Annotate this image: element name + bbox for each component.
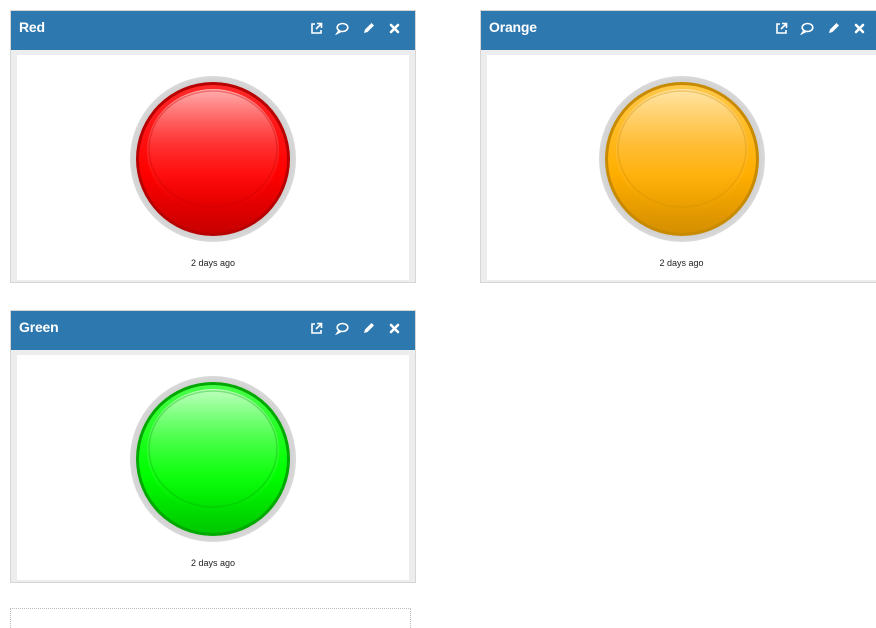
widget-title: Green xyxy=(19,319,59,335)
status-light-orange xyxy=(598,76,765,242)
widget-title: Orange xyxy=(489,19,537,35)
comment-icon[interactable] xyxy=(800,21,814,35)
widget-header: Orange xyxy=(481,11,876,50)
pencil-icon[interactable] xyxy=(361,21,375,35)
status-light-green xyxy=(130,376,296,542)
comment-icon[interactable] xyxy=(335,21,349,35)
external-link-icon[interactable] xyxy=(774,21,788,35)
widget-toolbar xyxy=(309,320,401,336)
widget-orange: Orange 2 days ago xyxy=(480,10,876,283)
widget-body: 2 days ago xyxy=(17,55,409,280)
widget-header: Red xyxy=(11,11,415,50)
widget-toolbar xyxy=(774,20,866,36)
close-icon[interactable] xyxy=(852,21,866,35)
timestamp: 2 days ago xyxy=(190,558,236,568)
pencil-icon[interactable] xyxy=(826,21,840,35)
widget-title: Red xyxy=(19,19,45,35)
external-link-icon[interactable] xyxy=(309,21,323,35)
close-icon[interactable] xyxy=(387,21,401,35)
widget-body: 2 days ago xyxy=(487,55,876,280)
pencil-icon[interactable] xyxy=(361,321,375,335)
widget-red: Red 2 days ago xyxy=(10,10,416,283)
status-light-red xyxy=(130,76,296,242)
widget-toolbar xyxy=(309,20,401,36)
comment-icon[interactable] xyxy=(335,321,349,335)
timestamp: 2 days ago xyxy=(190,258,236,268)
widget-green: Green 2 days ago xyxy=(10,310,416,583)
close-icon[interactable] xyxy=(387,321,401,335)
widget-drop-placeholder[interactable] xyxy=(10,608,411,628)
widget-header: Green xyxy=(11,311,415,350)
external-link-icon[interactable] xyxy=(309,321,323,335)
widget-body: 2 days ago xyxy=(17,355,409,580)
timestamp: 2 days ago xyxy=(659,258,704,268)
